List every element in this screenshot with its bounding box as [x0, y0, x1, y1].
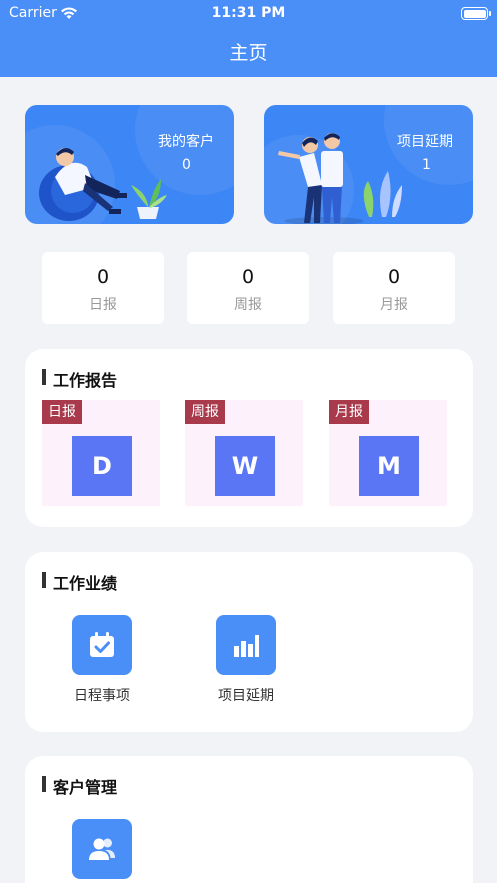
bar-chart-icon: [216, 615, 276, 675]
tile-label: 项目延期: [218, 688, 274, 704]
stat-weekly-report[interactable]: 0 周报: [187, 252, 309, 324]
stat-label: 月报: [380, 297, 408, 313]
stat-label: 日报: [89, 297, 117, 313]
hero-value-customers: 0: [182, 157, 191, 173]
weekly-report-item[interactable]: 周报 W: [185, 400, 303, 506]
section-title: 工作业绩: [42, 570, 117, 594]
stat-label: 周报: [234, 297, 262, 313]
daily-report-item[interactable]: 日报 D: [42, 400, 160, 506]
work-report-section: 工作报告 日报 D 周报 W 月报 M: [25, 349, 473, 527]
report-tag: 日报: [42, 400, 82, 424]
couple-illustration: [278, 133, 402, 224]
report-letter-icon: W: [215, 436, 275, 496]
stat-daily-report[interactable]: 0 日报: [42, 252, 164, 324]
section-title: 工作报告: [42, 367, 117, 391]
status-bar: Carrier 11:31 PM: [0, 4, 497, 24]
relaxing-person-illustration: [39, 147, 167, 221]
battery-icon: [461, 7, 491, 20]
stat-value: 0: [96, 266, 110, 288]
my-customers-card[interactable]: 我的客户 0: [25, 105, 234, 224]
monthly-report-item[interactable]: 月报 M: [329, 400, 447, 506]
users-icon: [72, 819, 132, 879]
customers-tile[interactable]: [52, 819, 152, 879]
work-performance-section: 工作业绩 日程事项 项目延期: [25, 552, 473, 732]
section-title: 客户管理: [42, 774, 117, 798]
report-tag: 月报: [329, 400, 369, 424]
report-letter-icon: D: [72, 436, 132, 496]
hero-label-project-delay: 项目延期: [397, 134, 453, 150]
report-tag: 周报: [185, 400, 225, 424]
calendar-check-icon: [72, 615, 132, 675]
project-delay-card[interactable]: 项目延期 1: [264, 105, 473, 224]
tile-label: 日程事项: [74, 688, 130, 704]
top-navigation-bar: Carrier 11:31 PM 主页: [0, 0, 497, 77]
schedule-items-tile[interactable]: 日程事项: [52, 615, 152, 705]
stat-value: 0: [241, 266, 255, 288]
hero-value-project-delay: 1: [422, 157, 431, 173]
clock-time: 11:31 PM: [211, 5, 286, 21]
stat-monthly-report[interactable]: 0 月报: [333, 252, 455, 324]
report-letter-icon: M: [359, 436, 419, 496]
customer-management-section: 客户管理: [25, 756, 473, 883]
page-title: 主页: [229, 42, 268, 64]
project-delay-tile[interactable]: 项目延期: [196, 615, 296, 705]
stat-value: 0: [387, 266, 401, 288]
hero-label-customers: 我的客户: [158, 134, 214, 150]
